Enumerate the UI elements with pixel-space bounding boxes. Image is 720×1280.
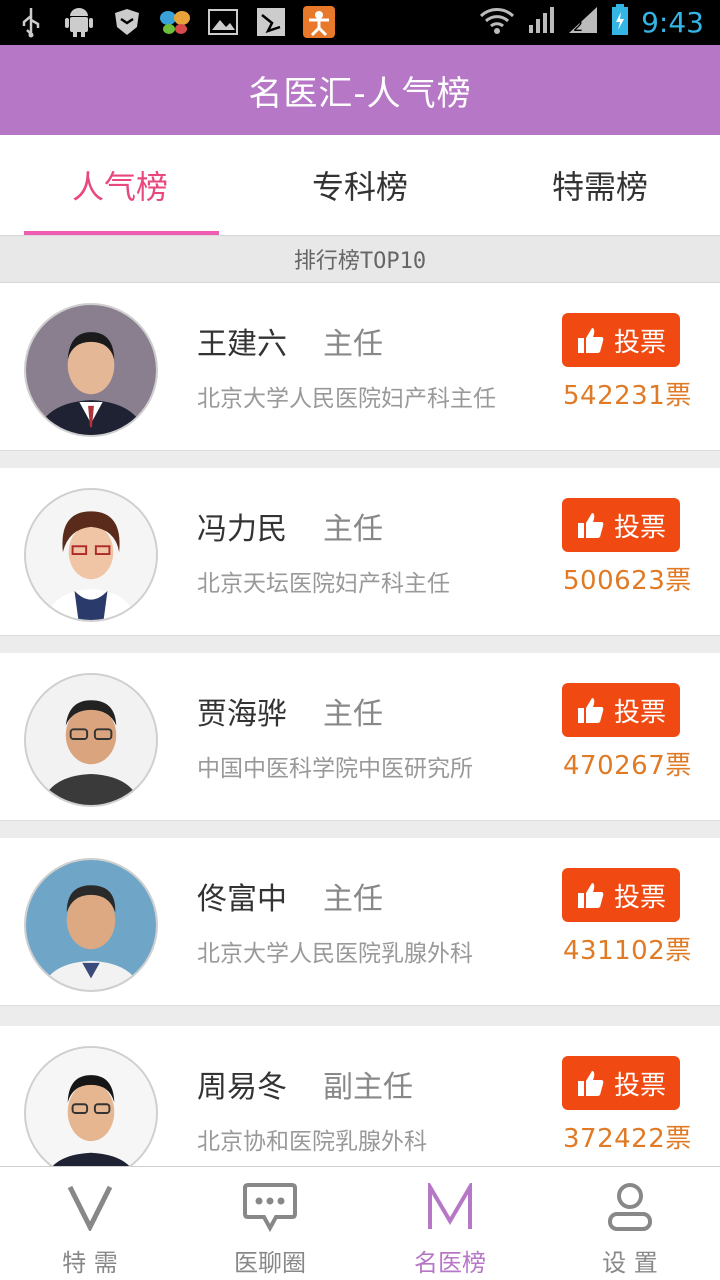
doctor-row[interactable]: 冯力民 主任 北京天坛医院妇产科主任 投票 500623票	[0, 468, 720, 636]
vote-button[interactable]: 投票	[562, 683, 680, 737]
doctor-hospital: 北京大学人民医院妇产科主任	[197, 386, 496, 412]
butterfly-icon	[158, 6, 192, 38]
shield-icon	[110, 6, 144, 38]
doctor-name: 王建六	[197, 327, 287, 362]
doctor-row[interactable]: 贾海骅 主任 中国中医科学院中医研究所 投票 470267票	[0, 653, 720, 821]
nav-label: 特 需	[62, 1249, 118, 1277]
vote-count: 431102票	[563, 936, 692, 966]
vote-button[interactable]: 投票	[562, 313, 680, 367]
vote-button-label: 投票	[613, 882, 666, 913]
clock: 9:43	[641, 5, 704, 39]
doctor-title: 主任	[323, 512, 383, 547]
bottom-nav: 特 需 医聊圈 名医榜 设 置	[0, 1166, 720, 1280]
avatar	[24, 488, 158, 622]
doctor-title: 主任	[323, 327, 383, 362]
tab-specialty[interactable]: 专科榜	[240, 135, 480, 235]
nav-famous-doctors[interactable]: 名医榜	[360, 1167, 540, 1280]
usb-icon	[14, 6, 48, 38]
avatar	[24, 1046, 158, 1180]
v-icon	[0, 1181, 180, 1233]
game-icon	[302, 6, 336, 38]
tab-popularity[interactable]: 人气榜	[0, 135, 240, 235]
wifi-icon	[479, 6, 515, 38]
vote-button-label: 投票	[613, 1070, 666, 1101]
nav-label: 设 置	[602, 1249, 658, 1277]
vote-button[interactable]: 投票	[562, 498, 680, 552]
battery-icon	[611, 4, 629, 40]
doctor-name: 冯力民	[197, 512, 287, 547]
nav-chat-circle[interactable]: 医聊圈	[180, 1167, 360, 1280]
vote-count: 500623票	[563, 566, 692, 596]
image-icon	[206, 6, 240, 38]
vote-button[interactable]: 投票	[562, 868, 680, 922]
vote-button-label: 投票	[613, 697, 666, 728]
nav-label: 医聊圈	[234, 1249, 306, 1277]
doctor-name: 贾海骅	[197, 697, 287, 732]
vote-button-label: 投票	[613, 327, 666, 358]
status-bar: 2 9:43	[0, 0, 720, 45]
vote-count: 470267票	[563, 751, 692, 781]
signal-icon: 2	[567, 5, 599, 39]
vote-count: 542231票	[563, 381, 692, 411]
tab-bar: 人气榜 专科榜 特需榜	[0, 135, 720, 235]
doctor-row[interactable]: 佟富中 主任 北京大学人民医院乳腺外科 投票 431102票	[0, 838, 720, 1006]
vote-button-label: 投票	[613, 512, 666, 543]
doctor-title: 主任	[323, 882, 383, 917]
tab-special-needs[interactable]: 特需榜	[480, 135, 720, 235]
thumbs-up-icon	[576, 880, 606, 910]
thumbs-up-icon	[576, 1068, 606, 1098]
doctor-hospital: 北京天坛医院妇产科主任	[197, 571, 450, 597]
chat-bubble-icon	[180, 1181, 360, 1233]
doctor-row[interactable]: 王建六 主任 北京大学人民医院妇产科主任 投票 542231票	[0, 283, 720, 451]
thumbs-up-icon	[576, 325, 606, 355]
svg-text:2: 2	[573, 16, 583, 35]
doctor-name: 周易冬	[197, 1070, 287, 1105]
user-icon	[540, 1181, 720, 1233]
doctor-title: 主任	[323, 697, 383, 732]
doctor-hospital: 北京大学人民医院乳腺外科	[197, 941, 473, 967]
page-title: 名医汇-人气榜	[0, 45, 720, 135]
thumbs-up-icon	[576, 510, 606, 540]
vote-button[interactable]: 投票	[562, 1056, 680, 1110]
avatar	[24, 858, 158, 992]
doctor-title: 副主任	[323, 1070, 413, 1105]
avatar	[24, 673, 158, 807]
m-icon	[360, 1181, 540, 1233]
section-title: 排行榜TOP10	[0, 235, 720, 283]
nav-label: 名医榜	[414, 1249, 486, 1277]
doctor-hospital: 北京协和医院乳腺外科	[197, 1129, 427, 1155]
avatar	[24, 303, 158, 437]
app-icon	[254, 6, 288, 38]
vote-count: 372422票	[563, 1124, 692, 1154]
nav-settings[interactable]: 设 置	[540, 1167, 720, 1280]
android-icon	[62, 6, 96, 38]
doctor-hospital: 中国中医科学院中医研究所	[197, 756, 473, 782]
signal-icon	[527, 5, 555, 39]
nav-special-needs[interactable]: 特 需	[0, 1167, 180, 1280]
thumbs-up-icon	[576, 695, 606, 725]
doctor-name: 佟富中	[197, 882, 287, 917]
